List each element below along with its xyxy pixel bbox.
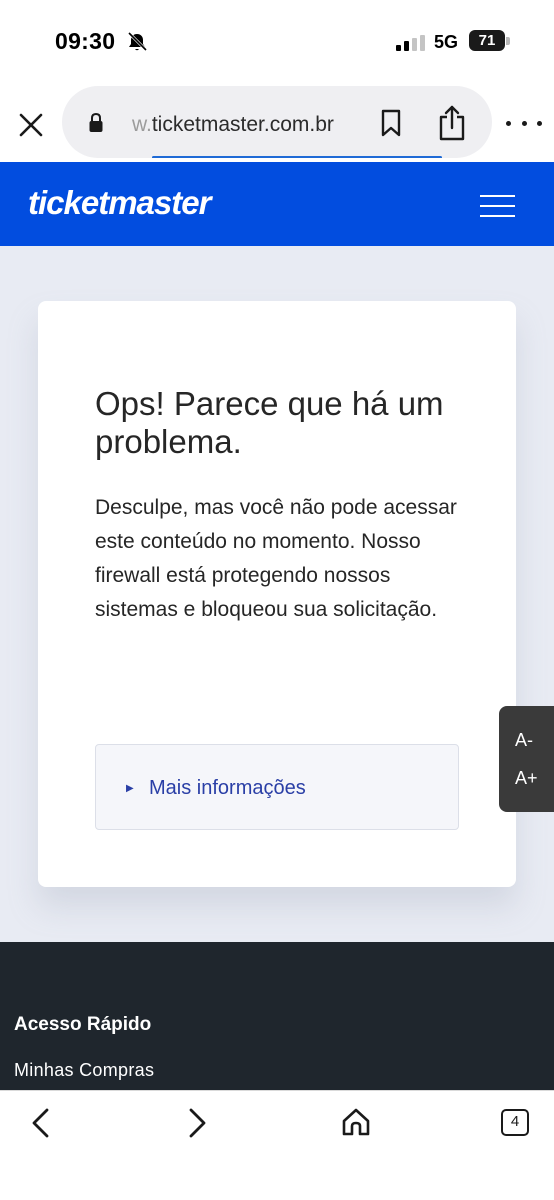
forward-icon[interactable] — [184, 1107, 210, 1139]
signal-icon — [396, 35, 425, 51]
url-domain: ticketmaster.com.br — [151, 113, 334, 136]
more-info-label: Mais informações — [149, 777, 306, 799]
bookmark-icon[interactable] — [378, 108, 404, 138]
menu-line — [480, 215, 515, 217]
battery-icon: 71 — [469, 30, 511, 52]
battery-level: 71 — [469, 30, 505, 51]
home-icon[interactable] — [341, 1107, 371, 1137]
decrease-font-button[interactable]: A- — [515, 730, 533, 751]
load-progress-bar — [152, 156, 442, 158]
more-dot — [506, 120, 511, 126]
error-message: Desculpe, mas você não pode acessar este… — [95, 496, 457, 621]
site-footer: Acesso Rápido Minhas Compras — [0, 942, 554, 1092]
close-button[interactable] — [14, 108, 48, 142]
menu-line — [480, 205, 515, 207]
battery-tip — [506, 37, 510, 45]
error-title: Ops! Parece que há um problema. — [95, 385, 444, 460]
share-icon[interactable] — [436, 104, 468, 142]
more-dot — [521, 120, 527, 126]
ticketmaster-logo[interactable]: ticketmaster — [28, 184, 211, 222]
more-options-button[interactable] — [506, 117, 542, 129]
url-text: w.ticketmaster.com.br — [132, 113, 334, 137]
browser-bar: w.ticketmaster.com.br — [0, 82, 554, 162]
status-bar: 09:30 5G 71 — [0, 0, 554, 82]
bell-muted-icon — [127, 31, 148, 52]
more-info-toggle[interactable]: ▶ Mais informações — [95, 744, 459, 830]
network-label: 5G — [434, 32, 459, 52]
font-size-widget: A- A+ — [499, 706, 554, 812]
menu-line — [480, 195, 515, 197]
close-icon — [19, 113, 43, 137]
content-area: Ops! Parece que há um problema. Desculpe… — [0, 246, 554, 942]
address-bar[interactable]: w.ticketmaster.com.br — [62, 86, 492, 158]
triangle-right-icon: ▶ — [126, 783, 134, 794]
status-time: 09:30 — [55, 28, 116, 54]
error-card: Ops! Parece que há um problema. Desculpe… — [38, 301, 516, 887]
menu-icon[interactable] — [480, 195, 515, 217]
lock-icon — [89, 112, 103, 132]
browser-toolbar: 4 — [0, 1090, 554, 1200]
url-prefix: w. — [132, 113, 152, 136]
screen: 09:30 5G 71 w.ticketmaster.com.br ticket… — [0, 0, 554, 1200]
back-icon[interactable] — [28, 1107, 54, 1139]
more-dot — [537, 120, 542, 126]
increase-font-button[interactable]: A+ — [515, 768, 538, 789]
footer-heading: Acesso Rápido — [14, 1014, 152, 1035]
footer-link-purchases[interactable]: Minhas Compras — [14, 1060, 154, 1081]
tabs-count-button[interactable]: 4 — [501, 1109, 529, 1136]
site-header: ticketmaster — [0, 162, 554, 246]
